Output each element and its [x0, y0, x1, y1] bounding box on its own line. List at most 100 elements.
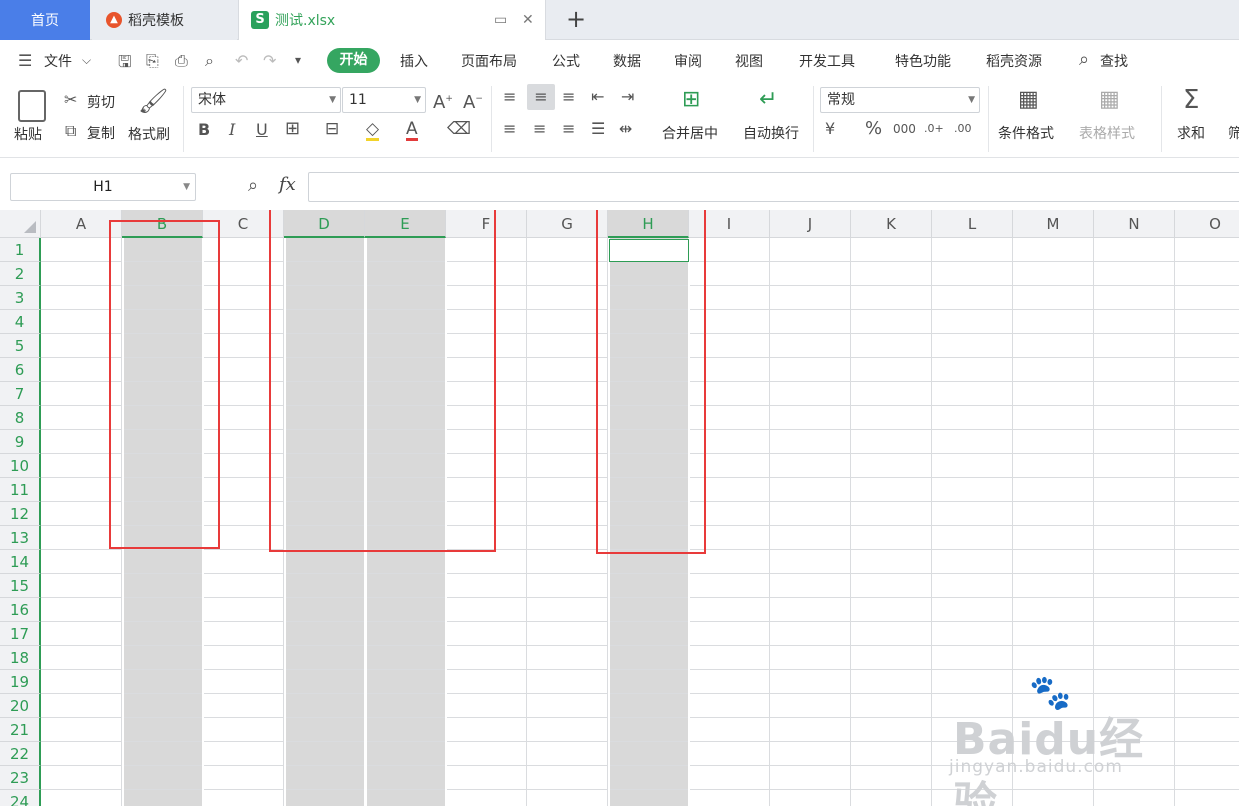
increase-indent-icon[interactable]: ⇥	[621, 88, 634, 106]
column-header-l[interactable]: L	[932, 210, 1013, 238]
distribute-icon[interactable]: ⇹	[619, 120, 632, 138]
select-all-corner[interactable]	[0, 210, 41, 238]
percent-icon[interactable]: %	[865, 120, 882, 138]
pin-window-icon[interactable]: ▭	[494, 12, 507, 28]
menu-docer-resources[interactable]: 稻壳资源	[986, 51, 1042, 71]
row-header-19[interactable]: 19	[0, 670, 41, 694]
italic-icon[interactable]: I	[229, 121, 235, 139]
row-header-20[interactable]: 20	[0, 694, 41, 718]
row-header-6[interactable]: 6	[0, 358, 41, 382]
redo-icon[interactable]: ↷	[263, 51, 276, 70]
row-header-14[interactable]: 14	[0, 550, 41, 574]
menu-insert[interactable]: 插入	[400, 51, 428, 71]
new-tab-button[interactable]: +	[562, 7, 590, 33]
copy-button[interactable]: 复制	[87, 123, 115, 143]
row-header-9[interactable]: 9	[0, 430, 41, 454]
justify-icon[interactable]: ☰	[591, 120, 605, 138]
watermark-url: jingyan.baidu.com	[949, 757, 1123, 777]
print-preview-icon[interactable]: ⌕	[205, 51, 214, 71]
menu-page-layout[interactable]: 页面布局	[461, 51, 517, 71]
print-icon[interactable]: ⎙	[175, 51, 188, 71]
fill-color-icon[interactable]: ◇	[366, 120, 380, 141]
align-right-icon[interactable]: ≡	[562, 120, 575, 138]
row-header-4[interactable]: 4	[0, 310, 41, 334]
menu-formulas[interactable]: 公式	[552, 51, 580, 71]
menu-search[interactable]: 查找	[1100, 51, 1128, 71]
export-icon[interactable]: ⎘	[146, 51, 159, 71]
chevron-down-icon: ▼	[329, 95, 336, 105]
column-header-j[interactable]: J	[770, 210, 851, 238]
increase-decimal-icon[interactable]: .0+	[924, 120, 944, 138]
increase-font-icon[interactable]: A+	[433, 90, 453, 112]
row-header-15[interactable]: 15	[0, 574, 41, 598]
column-header-n[interactable]: N	[1094, 210, 1175, 238]
name-box[interactable]: H1 ▼	[10, 173, 196, 201]
spreadsheet-app: 首页 ▲ 稻壳模板 S 测试.xlsx ▭ ✕ + ☰ 文件 ⌵ 🖫 ⎘ ⎙ ⌕…	[0, 0, 1239, 806]
column-header-k[interactable]: K	[851, 210, 932, 238]
formula-input[interactable]	[308, 172, 1239, 202]
font-size-select[interactable]: 11 ▼	[342, 87, 426, 113]
tab-template[interactable]: ▲ 稻壳模板	[92, 0, 237, 40]
align-bottom-icon[interactable]: ≡	[562, 88, 575, 106]
row-header-23[interactable]: 23	[0, 766, 41, 790]
align-left-icon[interactable]: ≡	[503, 120, 516, 138]
font-name-select[interactable]: 宋体 ▼	[191, 87, 341, 113]
font-color-icon[interactable]: A	[406, 120, 418, 141]
menu-developer[interactable]: 开发工具	[799, 51, 855, 71]
filter-button[interactable]: 筛	[1228, 123, 1239, 143]
menu-file[interactable]: 文件	[44, 51, 72, 71]
close-tab-icon[interactable]: ✕	[522, 12, 534, 28]
separator	[988, 86, 989, 152]
tab-home[interactable]: 首页	[0, 0, 90, 40]
menu-review[interactable]: 审阅	[674, 51, 702, 71]
row-header-16[interactable]: 16	[0, 598, 41, 622]
menu-data[interactable]: 数据	[613, 51, 641, 71]
row-header-8[interactable]: 8	[0, 406, 41, 430]
row-header-13[interactable]: 13	[0, 526, 41, 550]
insert-function-icon[interactable]: fx	[279, 174, 296, 195]
row-header-10[interactable]: 10	[0, 454, 41, 478]
row-header-11[interactable]: 11	[0, 478, 41, 502]
align-top-icon[interactable]: ≡	[503, 88, 516, 106]
align-middle-icon[interactable]: ≡	[527, 84, 555, 110]
currency-icon[interactable]: ¥	[825, 120, 835, 138]
decrease-font-icon[interactable]: A−	[463, 90, 483, 112]
number-format-select[interactable]: 常规 ▼	[820, 87, 980, 113]
zoom-icon[interactable]: ⌕	[248, 175, 258, 196]
decrease-decimal-icon[interactable]: .00	[954, 120, 972, 138]
row-header-12[interactable]: 12	[0, 502, 41, 526]
column-header-o[interactable]: O	[1175, 210, 1239, 238]
row-header-21[interactable]: 21	[0, 718, 41, 742]
copy-icon[interactable]: ⧉	[65, 122, 76, 140]
undo-icon[interactable]: ↶	[235, 51, 248, 70]
search-icon[interactable]: ⌕	[1079, 49, 1089, 70]
row-header-7[interactable]: 7	[0, 382, 41, 406]
save-icon[interactable]: 🖫	[118, 51, 132, 78]
menu-special-features[interactable]: 特色功能	[895, 51, 951, 71]
row-header-2[interactable]: 2	[0, 262, 41, 286]
scissors-icon[interactable]: ✂	[64, 91, 77, 109]
row-header-1[interactable]: 1	[0, 238, 41, 262]
row-header-5[interactable]: 5	[0, 334, 41, 358]
thousands-separator-icon[interactable]: 000	[893, 120, 916, 138]
bold-icon[interactable]: B	[198, 121, 210, 139]
tab-file[interactable]: S 测试.xlsx ▭ ✕	[238, 0, 546, 40]
row-header-18[interactable]: 18	[0, 646, 41, 670]
row-header-24[interactable]: 24	[0, 790, 41, 806]
cell-style-icon[interactable]: ⊟	[325, 120, 339, 138]
underline-icon[interactable]: U	[256, 121, 268, 139]
customize-toolbar-icon[interactable]: ▾	[295, 53, 301, 67]
row-header-22[interactable]: 22	[0, 742, 41, 766]
hamburger-menu-icon[interactable]: ☰	[18, 51, 32, 70]
clear-format-icon[interactable]: ⌫	[447, 120, 471, 138]
decrease-indent-icon[interactable]: ⇤	[591, 88, 604, 106]
menu-start[interactable]: 开始	[327, 48, 380, 73]
column-header-m[interactable]: M	[1013, 210, 1094, 238]
border-icon[interactable]: ⊞	[285, 120, 300, 138]
row-header-3[interactable]: 3	[0, 286, 41, 310]
row-header-17[interactable]: 17	[0, 622, 41, 646]
align-center-icon[interactable]: ≡	[533, 120, 546, 138]
chevron-down-icon[interactable]: ⌵	[82, 53, 91, 68]
menu-view[interactable]: 视图	[735, 51, 763, 71]
cut-button[interactable]: 剪切	[87, 92, 115, 112]
